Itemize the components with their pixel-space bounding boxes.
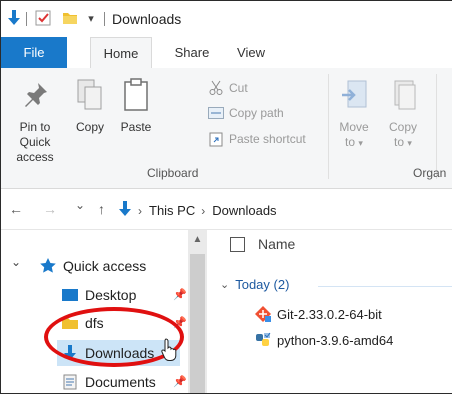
ribbon-tabs: File Home Share View [1,37,452,69]
group-header-today[interactable]: ⌄ Today (2) [220,277,289,292]
title-bar: ▾ Downloads [1,1,452,37]
tab-view[interactable]: View [229,37,273,68]
window-title: Downloads [112,11,182,27]
desktop-folder-icon [61,287,79,303]
cut-label: Cut [229,81,248,95]
scroll-up-arrow-icon[interactable]: ▲ [188,234,207,245]
star-icon [39,258,57,274]
group-divider [328,74,329,179]
tab-file[interactable]: File [1,37,67,68]
nav-scrollbar[interactable]: ▲ [188,230,207,393]
breadcrumb-chevron-icon[interactable]: › [138,204,142,218]
paste-button[interactable]: Paste [115,72,157,135]
recent-locations-chevron-icon[interactable]: ⌄ [75,198,85,212]
column-name-label: Name [258,236,296,252]
expand-chevron-icon[interactable]: ⌄ [11,255,21,269]
breadcrumb-chevron-icon[interactable]: › [201,204,205,218]
file-list: Name ⌄ Today (2) Git-2.33.0.2-64-bit pyt… [208,230,452,393]
pin-label-line1: Pin to Quick [19,120,51,149]
copy-to-dropdown-icon: ▾ [407,138,412,148]
title-separator [104,12,105,26]
breadcrumb-downloads[interactable]: Downloads [212,203,276,218]
file-name: Git-2.33.0.2-64-bit [277,306,382,322]
copy-label: Copy [75,120,104,134]
breadcrumb-this-pc[interactable]: This PC [149,203,195,218]
sidebar-item-quick-access[interactable]: Quick access [39,255,146,277]
copy-to-icon [389,72,417,118]
clipboard-group-label: Clipboard [147,166,199,180]
pin-icon: 📌 [173,289,187,301]
new-folder-icon[interactable] [61,9,79,27]
paste-shortcut-icon [207,131,225,147]
title-separator [26,12,27,26]
breadcrumb: › This PC › Downloads [118,201,277,220]
copy-to-label-line2: to [394,135,405,149]
column-header-name[interactable]: Name [230,236,295,252]
paste-shortcut-button[interactable]: Paste shortcut [207,129,306,149]
hand-cursor-icon [160,337,180,366]
copy-path-button[interactable]: Copy path [207,103,284,123]
copy-button[interactable]: Copy [69,72,111,135]
copy-to-button[interactable]: Copy to ▾ [383,72,423,151]
down-arrow-icon[interactable] [7,9,21,27]
select-all-checkbox[interactable] [230,236,245,252]
copy-path-label: Copy path [229,106,284,120]
python-installer-icon [254,331,272,349]
up-arrow-icon[interactable]: ↑ [98,201,105,217]
group-collapse-chevron-icon[interactable]: ⌄ [220,278,229,291]
git-installer-icon [254,305,272,323]
move-to-label-line1: Move [339,120,369,134]
organize-group-label: Organ [413,166,447,180]
address-bar: ← → ⌄ ↑ › This PC › Downloads [1,189,452,230]
file-name: python-3.9.6-amd64 [277,332,394,348]
copy-to-label-line1: Copy [388,120,417,134]
move-to-dropdown-icon: ▾ [358,138,363,148]
tab-share[interactable]: Share [168,37,216,68]
group-divider [436,74,437,179]
properties-check-icon[interactable] [34,9,52,27]
clipboard-icon [123,72,149,118]
forward-arrow-icon[interactable]: → [43,201,57,217]
file-row-git[interactable]: Git-2.33.0.2-64-bit [254,304,382,324]
downloads-location-icon [118,201,132,220]
move-to-label-line2: to [345,135,356,149]
sidebar-item-desktop[interactable]: Desktop [61,284,136,306]
pin-icon [20,72,50,118]
cut-button[interactable]: Cut [207,78,248,98]
copy-icon [76,72,104,118]
sidebar-item-label: Quick access [63,258,147,274]
documents-folder-icon [61,374,79,390]
paste-shortcut-label: Paste shortcut [229,132,306,146]
group-label: Today (2) [235,277,290,292]
tab-home[interactable]: Home [90,37,152,68]
sidebar-item-label: Desktop [85,287,137,303]
qat-dropdown-icon[interactable]: ▾ [85,9,97,27]
file-row-python[interactable]: python-3.9.6-amd64 [254,330,393,350]
sidebar-item-documents[interactable]: Documents [61,371,156,393]
ribbon-home: Pin to Quick access Copy Paste Cut Copy … [1,68,452,189]
back-arrow-icon[interactable]: ← [9,201,23,217]
pin-to-quick-access-button[interactable]: Pin to Quick access [3,72,67,165]
pin-label-line2: access [16,150,54,164]
sidebar-item-label: Documents [85,374,156,390]
paste-label: Paste [120,120,152,134]
move-to-icon [340,72,368,118]
scissors-icon [207,80,225,96]
scroll-thumb[interactable] [190,254,205,393]
group-divider-line [318,286,452,287]
move-to-button[interactable]: Move to ▾ [334,72,374,151]
copy-path-icon [207,105,225,121]
pin-icon: 📌 [173,376,187,388]
